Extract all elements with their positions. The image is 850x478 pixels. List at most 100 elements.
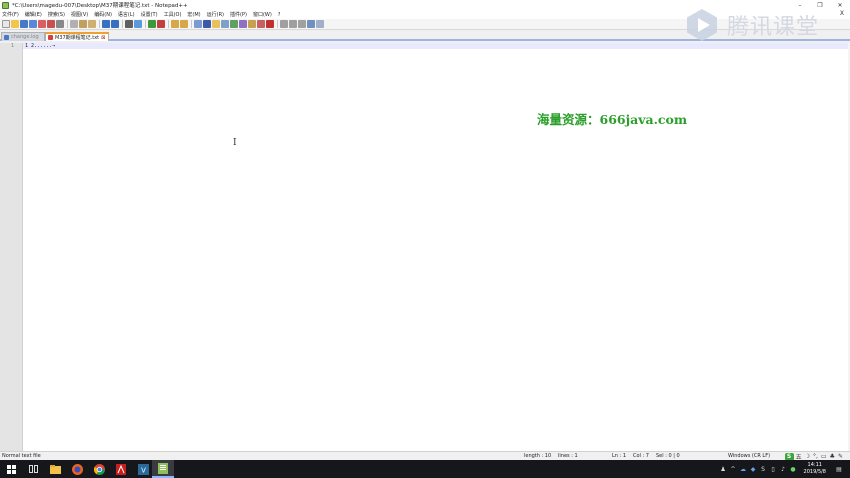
monitoring-icon[interactable] xyxy=(257,20,265,28)
folder-workspace-icon[interactable] xyxy=(248,20,256,28)
taskbar-file-explorer[interactable] xyxy=(44,460,66,478)
toolbar-separator xyxy=(168,20,169,28)
cut-icon[interactable] xyxy=(70,20,78,28)
windows-logo-icon xyxy=(6,464,16,474)
task-view-icon xyxy=(28,465,38,473)
close-all-icon[interactable] xyxy=(47,20,55,28)
zoom-out-icon[interactable] xyxy=(157,20,165,28)
taskbar-notepad-plus-plus[interactable] xyxy=(152,460,174,478)
line-number-gutter: 1 xyxy=(0,43,23,451)
editor-area[interactable]: 1 1 2......→ I 海量资源：666java.com xyxy=(0,43,850,451)
zoom-in-icon[interactable] xyxy=(148,20,156,28)
cloud-icon[interactable]: ☁ xyxy=(740,466,747,473)
menu-tools[interactable]: 工具(O) xyxy=(164,11,182,18)
toolbar-separator xyxy=(277,20,278,28)
people-icon[interactable]: ♟ xyxy=(720,466,727,473)
paste-icon[interactable] xyxy=(88,20,96,28)
print-icon[interactable] xyxy=(56,20,64,28)
status-selection: Sel : 0 | 0 xyxy=(656,453,680,459)
close-document-button[interactable]: X xyxy=(840,10,844,17)
tab-change-log[interactable]: change.log xyxy=(1,32,45,41)
i-beam-cursor-icon: I xyxy=(233,138,237,148)
function-list-icon[interactable] xyxy=(239,20,247,28)
save-all-icon[interactable] xyxy=(29,20,37,28)
ime-skin-icon[interactable]: ♣ xyxy=(830,453,835,460)
record-macro-icon[interactable] xyxy=(266,20,274,28)
document-map-icon[interactable] xyxy=(230,20,238,28)
indent-guide-icon[interactable] xyxy=(212,20,220,28)
folder-icon xyxy=(49,464,61,474)
run-macro-multiple-icon[interactable] xyxy=(298,20,306,28)
show-all-characters-icon[interactable] xyxy=(203,20,211,28)
toolbar-separator xyxy=(99,20,100,28)
taskbar-acrobat[interactable] xyxy=(110,460,132,478)
status-column: Col : 7 xyxy=(633,453,649,459)
sync-vertical-icon[interactable] xyxy=(171,20,179,28)
status-line: Ln : 1 xyxy=(612,453,626,459)
toolbar-separator xyxy=(145,20,146,28)
tray-expand-icon[interactable]: ^ xyxy=(730,466,737,473)
menu-view[interactable]: 视图(V) xyxy=(71,11,88,18)
undo-icon[interactable] xyxy=(102,20,110,28)
tab-label: change.log xyxy=(11,34,39,40)
volume-icon[interactable]: ♪ xyxy=(780,466,787,473)
notepad-plus-plus-taskbar-icon xyxy=(158,462,168,474)
save-macro-icon[interactable] xyxy=(307,20,315,28)
ime-settings-icon[interactable]: ✎ xyxy=(838,453,843,460)
app-tray-icon[interactable]: ● xyxy=(790,466,797,473)
save-icon[interactable] xyxy=(20,20,28,28)
notifications-icon[interactable]: ▤ xyxy=(834,466,844,473)
task-view-button[interactable] xyxy=(22,460,44,478)
menu-run[interactable]: 运行(R) xyxy=(207,11,224,18)
status-eol[interactable]: Windows (CR LF) xyxy=(728,453,770,459)
copy-icon[interactable] xyxy=(79,20,87,28)
status-lines: lines : 1 xyxy=(558,453,578,459)
menu-macro[interactable]: 宏(M) xyxy=(187,11,200,18)
taskbar-chrome[interactable] xyxy=(88,460,110,478)
status-file-type: Normal text file xyxy=(2,453,41,459)
ime-tray-icon[interactable]: S xyxy=(760,466,767,473)
menu-edit[interactable]: 编辑(E) xyxy=(25,11,42,18)
toolbar-separator xyxy=(122,20,123,28)
ime-punctuation-icon[interactable]: °, xyxy=(813,453,818,460)
close-tab-icon[interactable]: ⊠ xyxy=(101,35,105,41)
menu-file[interactable]: 文件(F) xyxy=(2,11,19,18)
menu-settings[interactable]: 设置(T) xyxy=(141,11,158,18)
editor-line-text[interactable]: 1 2......→ xyxy=(25,43,55,49)
clock[interactable]: 14:11 2019/5/8 xyxy=(804,462,826,476)
toolbar-separator xyxy=(67,20,68,28)
open-file-icon[interactable] xyxy=(11,20,19,28)
stop-macro-icon[interactable] xyxy=(280,20,288,28)
taskbar: V ♟ ^ ☁ ◆ S ▯ ♪ ● 14:11 2019/5/8 ▤ xyxy=(0,460,850,478)
taskbar-vmware[interactable]: V xyxy=(132,460,154,478)
ime-keyboard-icon[interactable]: ▭ xyxy=(821,453,827,460)
ime-moon-icon[interactable]: ☽ xyxy=(805,453,810,460)
menu-search[interactable]: 搜索(S) xyxy=(48,11,65,18)
user-language-icon[interactable] xyxy=(221,20,229,28)
menu-help[interactable]: ? xyxy=(278,12,281,18)
new-file-icon[interactable] xyxy=(2,20,10,28)
menu-encoding[interactable]: 编码(N) xyxy=(94,11,112,18)
extra-tool-icon[interactable] xyxy=(316,20,324,28)
menu-plugins[interactable]: 插件(P) xyxy=(230,11,247,18)
word-wrap-icon[interactable] xyxy=(194,20,202,28)
saved-file-icon xyxy=(4,34,9,40)
redo-icon[interactable] xyxy=(111,20,119,28)
acrobat-icon xyxy=(116,463,126,475)
logo-text: 腾讯课堂 xyxy=(727,15,820,40)
replace-icon[interactable] xyxy=(134,20,142,28)
find-icon[interactable] xyxy=(125,20,133,28)
network-icon[interactable]: ▯ xyxy=(770,466,777,473)
status-length: length : 10 xyxy=(524,453,552,459)
close-file-icon[interactable] xyxy=(38,20,46,28)
sync-horizontal-icon[interactable] xyxy=(180,20,188,28)
menu-window[interactable]: 窗口(W) xyxy=(253,11,272,18)
start-button[interactable] xyxy=(0,460,22,478)
play-macro-icon[interactable] xyxy=(289,20,297,28)
taskbar-firefox[interactable] xyxy=(66,460,88,478)
menu-language[interactable]: 语言(L) xyxy=(118,11,135,18)
clock-time: 14:11 xyxy=(807,462,822,468)
tab-course-notes[interactable]: M37期课程笔记.txt ⊠ xyxy=(45,32,109,41)
watermark-text: 海量资源：666java.com xyxy=(537,112,688,127)
security-icon[interactable]: ◆ xyxy=(750,466,757,473)
